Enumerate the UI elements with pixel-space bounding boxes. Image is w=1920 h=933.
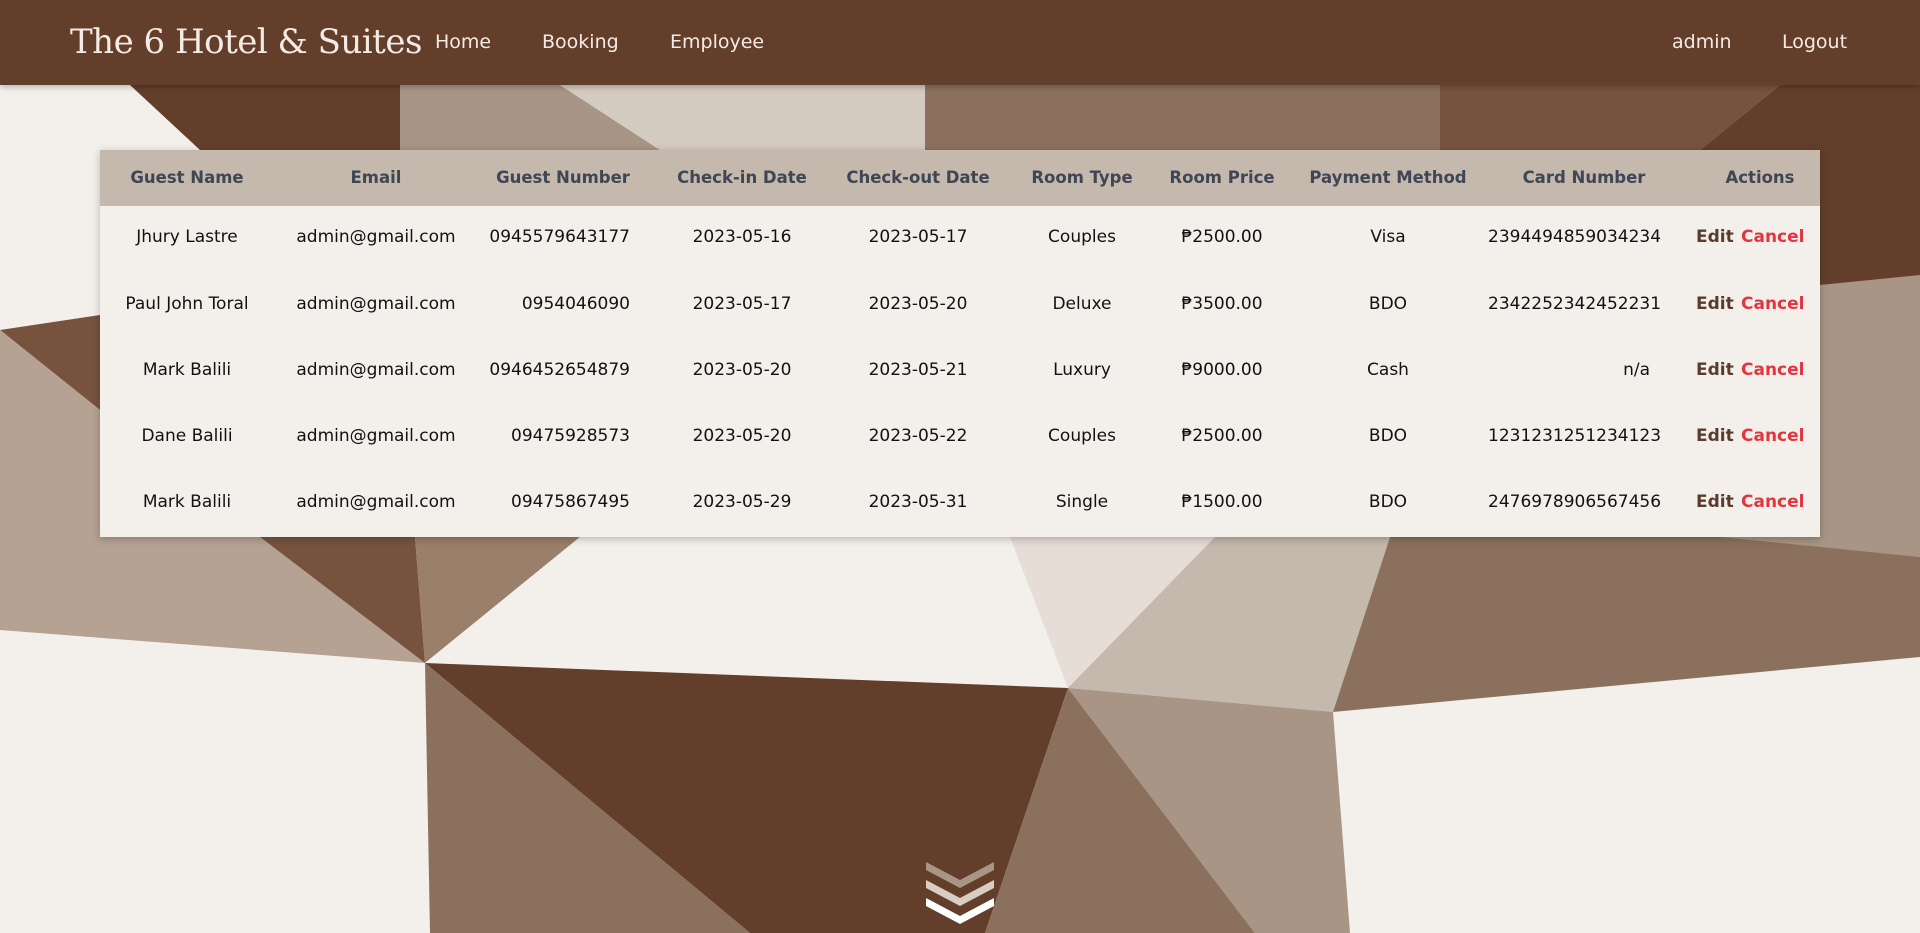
guest-number-cell: 09475928573	[511, 426, 630, 446]
checkout-date-cell: 2023-05-20	[868, 294, 968, 314]
checkin-date-cell: 2023-05-20	[692, 426, 792, 446]
room-type-cell: Couples	[1048, 227, 1116, 247]
checkin-date-cell: 2023-05-17	[692, 294, 792, 314]
guest-name-cell: Paul John Toral	[125, 294, 249, 314]
email-cell: admin@gmail.com	[296, 360, 456, 380]
edit-button[interactable]: Edit	[1696, 426, 1734, 446]
header-card-number: Card Number	[1522, 168, 1646, 187]
table-header-row: Guest Name Email Guest Number Check-in D…	[100, 150, 1820, 206]
cancel-button[interactable]: Cancel	[1741, 294, 1804, 314]
room-price-cell: ₱2500.00	[1181, 227, 1263, 247]
cancel-button[interactable]: Cancel	[1741, 227, 1804, 247]
room-price-cell: ₱3500.00	[1181, 294, 1263, 314]
payment-method-cell: BDO	[1368, 294, 1408, 314]
room-price-cell: ₱1500.00	[1181, 492, 1263, 512]
guest-name-cell: Dane Balili	[141, 426, 233, 446]
room-type-cell: Luxury	[1053, 360, 1111, 380]
checkout-date-cell: 2023-05-31	[868, 492, 968, 512]
guest-number-cell: 0946452654879	[489, 360, 630, 380]
payment-method-cell: Cash	[1367, 360, 1409, 380]
guest-number-cell: 0945579643177	[489, 227, 630, 247]
checkin-date-cell: 2023-05-16	[692, 227, 792, 247]
checkout-date-cell: 2023-05-21	[868, 360, 968, 380]
edit-button[interactable]: Edit	[1696, 294, 1734, 314]
logout-link[interactable]: Logout	[1782, 30, 1847, 54]
guest-name-cell: Mark Balili	[142, 360, 232, 380]
header-room-type: Room Type	[1031, 168, 1133, 187]
card-number-cell: 1231231251234123	[1488, 426, 1662, 446]
room-type-cell: Deluxe	[1052, 294, 1112, 314]
email-cell: admin@gmail.com	[296, 294, 456, 314]
edit-button[interactable]: Edit	[1696, 360, 1734, 380]
checkin-date-cell: 2023-05-20	[692, 360, 792, 380]
room-price-cell: ₱2500.00	[1181, 426, 1263, 446]
page: The 6 Hotel & Suites Home Booking Employ…	[0, 0, 1920, 933]
cancel-button[interactable]: Cancel	[1741, 492, 1804, 512]
header-email: Email	[350, 168, 402, 187]
email-cell: admin@gmail.com	[296, 426, 456, 446]
payment-method-cell: BDO	[1368, 426, 1408, 446]
room-type-cell: Single	[1055, 492, 1109, 512]
card-number-cell: n/a	[1623, 360, 1650, 380]
room-type-cell: Couples	[1048, 426, 1116, 446]
guest-name-cell: Jhury Lastre	[136, 227, 238, 247]
header-guest-name: Guest Name	[130, 168, 244, 187]
cancel-button[interactable]: Cancel	[1741, 360, 1804, 380]
header-checkout-date: Check-out Date	[846, 168, 990, 187]
email-cell: admin@gmail.com	[296, 492, 456, 512]
room-price-cell: ₱9000.00	[1181, 360, 1263, 380]
guest-name-cell: Mark Balili	[142, 492, 232, 512]
checkout-date-cell: 2023-05-22	[868, 426, 968, 446]
nav-employee-link[interactable]: Employee	[670, 30, 764, 54]
checkin-date-cell: 2023-05-29	[692, 492, 792, 512]
cancel-button[interactable]: Cancel	[1741, 426, 1804, 446]
double-chevron-down-icon[interactable]	[924, 860, 996, 926]
header-guest-number: Guest Number	[496, 168, 630, 187]
header-room-price: Room Price	[1169, 168, 1275, 187]
header-checkin-date: Check-in Date	[677, 168, 807, 187]
edit-button[interactable]: Edit	[1696, 227, 1734, 247]
checkout-date-cell: 2023-05-17	[868, 227, 968, 247]
payment-method-cell: BDO	[1368, 492, 1408, 512]
nav-user-link[interactable]: admin	[1672, 30, 1732, 54]
guest-number-cell: 0954046090	[521, 294, 630, 314]
header-payment-method: Payment Method	[1309, 168, 1467, 187]
bookings-table: Guest Name Email Guest Number Check-in D…	[100, 150, 1820, 537]
top-navbar: The 6 Hotel & Suites Home Booking Employ…	[0, 0, 1920, 85]
header-actions: Actions	[1725, 168, 1795, 187]
guest-number-cell: 09475867495	[511, 492, 630, 512]
card-number-cell: 2476978906567456	[1488, 492, 1662, 512]
payment-method-cell: Visa	[1370, 227, 1406, 247]
email-cell: admin@gmail.com	[296, 227, 456, 247]
brand-logo[interactable]: The 6 Hotel & Suites	[70, 18, 422, 66]
card-number-cell: 2342252342452231	[1488, 294, 1662, 314]
nav-home-link[interactable]: Home	[435, 30, 491, 54]
edit-button[interactable]: Edit	[1696, 492, 1734, 512]
card-number-cell: 2394494859034234	[1488, 227, 1662, 247]
nav-booking-link[interactable]: Booking	[542, 30, 619, 54]
